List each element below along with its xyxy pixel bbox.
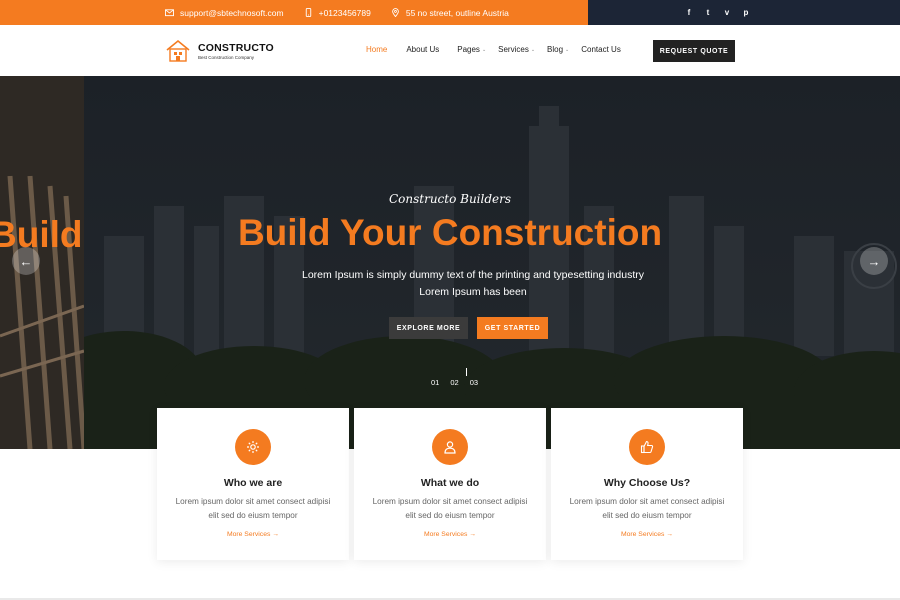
chevron-down-icon: ⌄ xyxy=(530,46,536,53)
slider-next-button[interactable]: → xyxy=(860,247,888,275)
slide-pager: 01 02 03 xyxy=(431,378,478,387)
hero-description: Lorem Ipsum is simply dummy text of the … xyxy=(302,269,644,298)
get-started-button[interactable]: GET STARTED xyxy=(477,317,548,339)
feature-cards: Who we are Lorem ipsum dolor sit amet co… xyxy=(157,408,743,560)
hero-slider: Build Y Constructo Builders Build Your C… xyxy=(0,76,900,449)
more-services-link[interactable]: More Services → xyxy=(157,531,349,538)
slider-prev-button[interactable]: ← xyxy=(12,247,40,275)
location-icon xyxy=(392,8,399,17)
nav-label: Pages xyxy=(457,45,480,54)
logo-tagline: Best Construction Company xyxy=(198,55,255,60)
pager-item-1[interactable]: 01 xyxy=(431,378,439,387)
nav-item-services[interactable]: Services ⌄ xyxy=(498,45,535,54)
nav-item-pages[interactable]: Pages ⌄ xyxy=(457,45,486,54)
hero-subtitle: Constructo Builders xyxy=(388,192,512,206)
card-text: Lorem ipsum dolor sit amet consect adipi… xyxy=(372,497,528,520)
card-text: Lorem ipsum dolor sit amet consect adipi… xyxy=(569,497,725,520)
city-skyline-background xyxy=(84,76,900,449)
chevron-down-icon: ⌄ xyxy=(481,46,487,53)
thumbs-up-icon xyxy=(629,429,665,465)
social-strip: f t v p xyxy=(588,0,900,25)
user-icon xyxy=(432,429,468,465)
nav-label: Blog xyxy=(547,45,564,54)
nav-label: Home xyxy=(366,45,388,54)
arrow-right-icon: → xyxy=(867,253,881,269)
more-services-link[interactable]: More Services → xyxy=(551,531,743,538)
facebook-icon[interactable]: f xyxy=(684,8,694,17)
card-title: What we do xyxy=(420,477,480,489)
site-header: CONSTRUCTO Best Construction Company Hom… xyxy=(0,25,900,76)
phone-contact[interactable]: +0123456789 xyxy=(304,8,371,18)
chevron-down-icon: ⌄ xyxy=(565,46,570,53)
card-title: Who we are xyxy=(223,477,283,489)
main-nav: Home About Us Pages ⌄ Services ⌄ Blog ⌄ … xyxy=(366,45,621,54)
mail-icon xyxy=(165,9,174,17)
feature-card-who-we-are: Who we are Lorem ipsum dolor sit amet co… xyxy=(157,408,349,560)
nav-item-contact-us[interactable]: Contact Us xyxy=(581,45,621,54)
nav-item-home[interactable]: Home xyxy=(366,45,387,54)
phone-text: +0123456789 xyxy=(318,7,371,18)
twitter-icon[interactable]: t xyxy=(703,8,713,17)
email-contact[interactable]: support@sbtechnosoft.com xyxy=(165,8,284,18)
hero-title: Build Your Construction xyxy=(237,212,663,253)
logo[interactable]: CONSTRUCTO Best Construction Company xyxy=(164,38,274,64)
arrow-left-icon: ← xyxy=(19,253,33,269)
logo-name: CONSTRUCTO xyxy=(198,42,274,54)
vimeo-icon[interactable]: v xyxy=(722,8,732,17)
explore-more-button[interactable]: EXPLORE MORE xyxy=(389,317,468,339)
address-contact: 55 no street, outline Austria xyxy=(391,8,509,18)
contact-strip: support@sbtechnosoft.com +0123456789 55 … xyxy=(0,0,588,25)
pager-item-3[interactable]: 03 xyxy=(470,378,478,387)
card-title: Why Choose Us? xyxy=(603,477,691,489)
feature-card-what-we-do: What we do Lorem ipsum dolor sit amet co… xyxy=(354,408,546,560)
nav-label: Services xyxy=(498,45,529,54)
address-text: 55 no street, outline Austria xyxy=(405,7,509,18)
nav-item-blog[interactable]: Blog ⌄ xyxy=(547,45,569,54)
pager-item-2[interactable]: 02 xyxy=(450,378,458,387)
card-text: Lorem ipsum dolor sit amet consect adipi… xyxy=(175,497,331,520)
pinterest-icon[interactable]: p xyxy=(741,8,751,17)
pager-indicator-line xyxy=(466,368,467,376)
top-bar: support@sbtechnosoft.com +0123456789 55 … xyxy=(0,0,900,25)
request-quote-button[interactable]: REQUEST QUOTE xyxy=(653,40,735,62)
logo-house-icon xyxy=(166,39,190,62)
email-text: support@sbtechnosoft.com xyxy=(180,7,284,18)
nav-item-about-us[interactable]: About Us xyxy=(406,45,439,54)
nav-label: Contact Us xyxy=(581,45,621,54)
feature-card-why-choose-us: Why Choose Us? Lorem ipsum dolor sit ame… xyxy=(551,408,743,560)
more-services-link[interactable]: More Services → xyxy=(354,531,546,538)
gear-icon xyxy=(235,429,271,465)
phone-icon xyxy=(305,8,311,17)
nav-label: About Us xyxy=(406,45,440,54)
